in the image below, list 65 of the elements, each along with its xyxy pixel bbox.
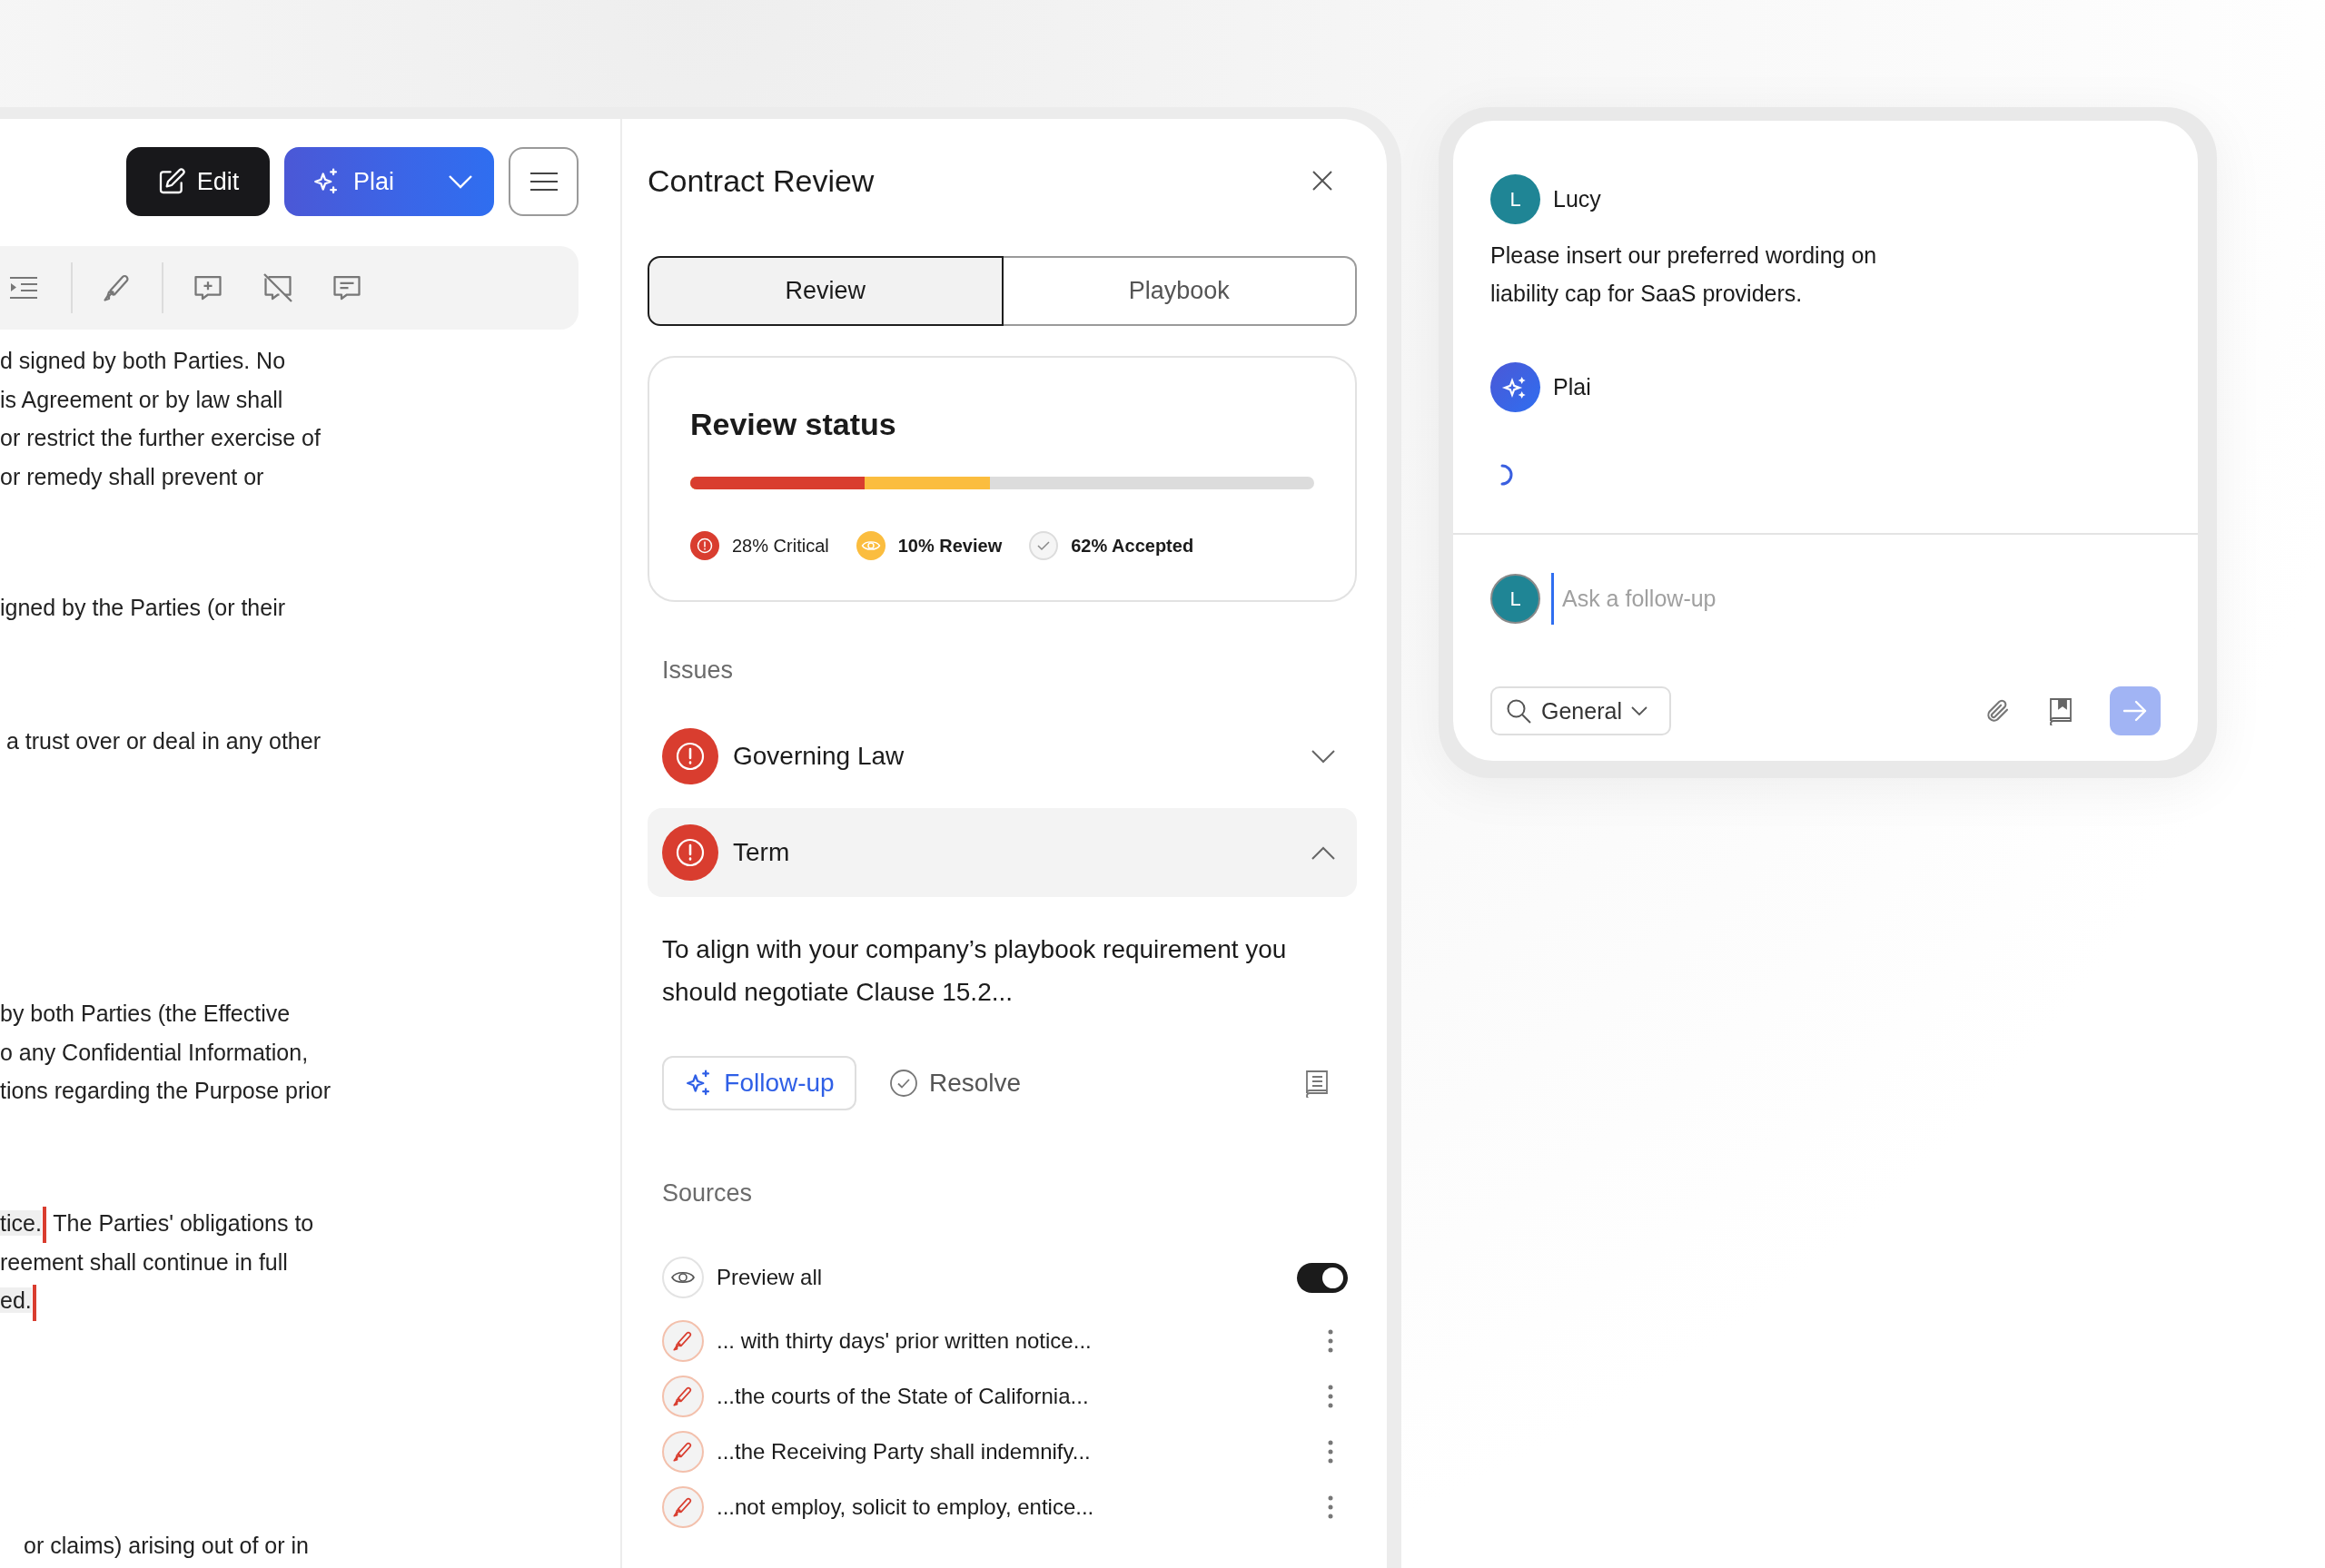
more-options-icon[interactable] xyxy=(1328,1440,1333,1464)
check-icon xyxy=(1029,531,1059,560)
section-heading: Sources xyxy=(661,1178,754,1208)
document-paragraph: igned by the Parties (or their xyxy=(0,594,287,622)
document-paragraph: by both Parties (the Effective o any Confidential Information, tions regarding the Purpose prior xyxy=(0,1000,332,1105)
document-paragraph: d signed by both Parties. No is Agreement or by law shall or restrict the further exercise of or remedy shall prevent or xyxy=(0,347,322,491)
alert-icon xyxy=(662,824,718,881)
search-icon xyxy=(1505,697,1532,725)
highlighter-icon xyxy=(662,1486,704,1528)
source-excerpt[interactable]: ...the courts of the State of California... xyxy=(717,1384,1315,1409)
alert-icon xyxy=(690,531,719,560)
follow-up-button[interactable]: Follow-up xyxy=(662,1056,856,1110)
more-options-icon[interactable] xyxy=(1328,1329,1333,1353)
section-heading: Issues xyxy=(661,656,735,685)
avatar: L xyxy=(1490,574,1540,624)
document-paragraph: tice. The Parties' obligations to reement shall continue in full ed. xyxy=(0,1203,620,1321)
avatar: L xyxy=(1490,174,1540,224)
indent-icon[interactable] xyxy=(10,276,37,300)
toggle-switch[interactable] xyxy=(1297,1262,1348,1293)
highlighter-icon xyxy=(662,1320,704,1362)
document-paragraph: a trust over or deal in any other xyxy=(5,726,322,755)
legend-label: 10% Review xyxy=(897,535,1003,557)
preview-label: Preview all xyxy=(717,1265,824,1290)
more-options-icon[interactable] xyxy=(1328,1495,1333,1519)
follow-up-input[interactable]: Ask a follow-up xyxy=(1551,573,2161,625)
scope-dropdown[interactable]: General xyxy=(1490,686,1671,735)
author-name: Plai xyxy=(1553,374,1591,400)
legend-label: 62% Accepted xyxy=(1071,535,1194,557)
assistant-avatar xyxy=(1490,362,1540,412)
menu-button[interactable] xyxy=(509,147,579,216)
highlighter-icon xyxy=(662,1431,704,1473)
eye-icon xyxy=(856,531,885,560)
author-name: Lucy xyxy=(1553,186,1601,212)
tab[interactable]: Playbook xyxy=(1003,256,1357,326)
more-options-icon[interactable] xyxy=(1328,1385,1333,1408)
chevron-down-icon xyxy=(447,174,473,189)
alert-icon xyxy=(662,728,718,784)
source-excerpt[interactable]: ...not employ, solicit to employ, entice... xyxy=(717,1494,1315,1520)
tab[interactable]: Review xyxy=(648,256,1004,326)
issue-title: Governing Law xyxy=(733,742,905,771)
message-text: Please insert our preferred wording on liability cap for SaaS providers. xyxy=(1490,242,1878,308)
eye-icon xyxy=(662,1257,704,1298)
bookmark-book-icon[interactable] xyxy=(2048,696,2073,725)
book-icon[interactable] xyxy=(1304,1069,1330,1098)
legend-label: 28% Critical xyxy=(732,535,829,557)
chevron-down-icon xyxy=(1630,706,1647,715)
panel-title: Contract Review xyxy=(648,163,875,199)
issue-row[interactable]: Term xyxy=(648,808,1357,897)
chevron-down-icon xyxy=(1311,749,1335,764)
source-excerpt[interactable]: ...the Receiving Party shall indemnify... xyxy=(717,1439,1315,1464)
highlighter-icon xyxy=(662,1376,704,1417)
plai-split-button[interactable]: Plai xyxy=(284,147,494,216)
edit-button[interactable]: Edit xyxy=(126,147,270,216)
arrow-right-icon xyxy=(2122,700,2148,722)
issue-title: Term xyxy=(733,838,791,867)
chevron-up-icon xyxy=(1311,845,1335,860)
close-icon[interactable] xyxy=(1311,170,1333,192)
menu-icon xyxy=(529,172,558,192)
resolve-button[interactable]: Resolve xyxy=(889,1069,1022,1098)
document-paragraph: or claims) arising out of or in xyxy=(23,1531,310,1560)
issue-row[interactable]: Governing Law xyxy=(648,712,1357,801)
issue-description: To align with your company’s playbook requirement you should negotiate Clause 15.2... xyxy=(661,934,1288,1008)
check-circle-icon xyxy=(889,1069,918,1098)
source-excerpt[interactable]: ... with thirty days' prior written notice... xyxy=(717,1328,1315,1354)
card-title: Review status xyxy=(690,406,897,442)
